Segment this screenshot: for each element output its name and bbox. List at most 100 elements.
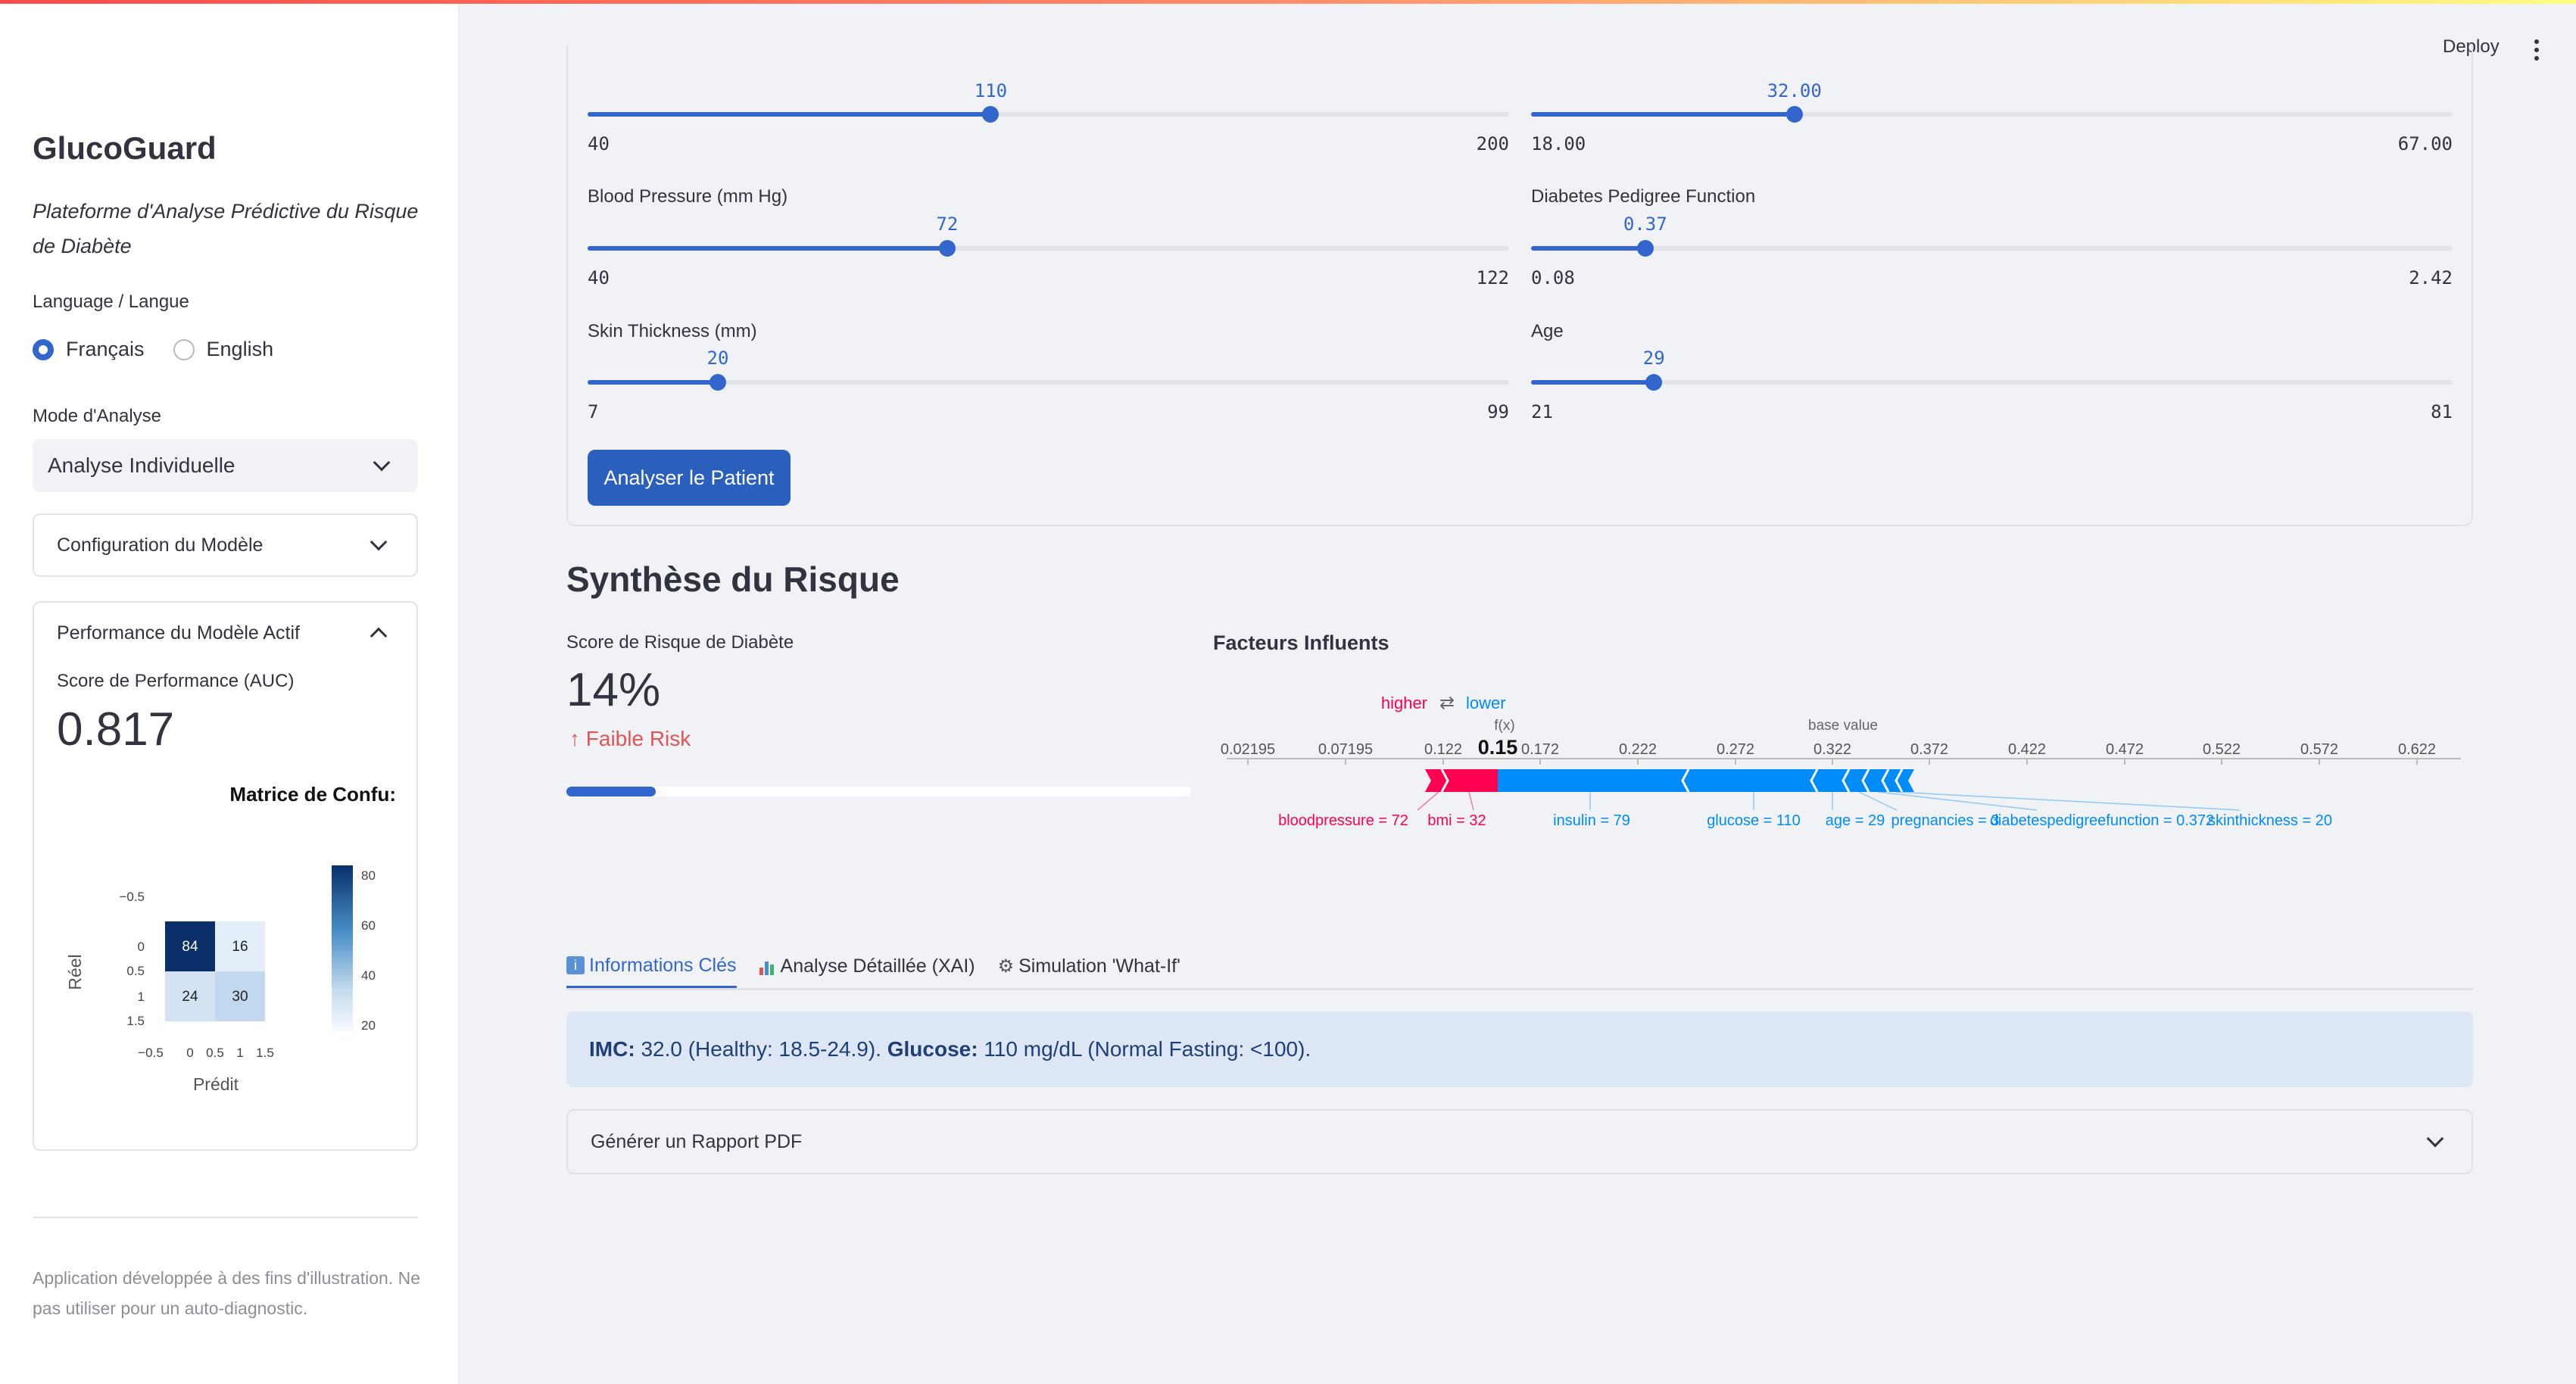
force-feature-label: glucose = 110 [1707,812,1801,829]
tab-label: Simulation 'What-If' [1018,955,1180,977]
force-tick-label: 0.272 [1717,741,1754,758]
slider-max: 67.00 [2397,133,2453,154]
mode-label: Mode d'Analyse [33,406,162,426]
gear-icon: ⚙ [997,956,1015,977]
slider-min: 7 [588,401,599,422]
language-option-fr[interactable]: Français [33,338,145,361]
slider-thumb[interactable] [982,106,1000,123]
details-tabs: i Informations Clés Analyse Détaillée (X… [566,945,2473,990]
slider-fill [588,246,947,251]
cbar-tick: 80 [361,868,376,883]
slider-value: 72 [936,214,959,235]
slider-max: 200 [1476,133,1509,154]
force-feature-label: insulin = 79 [1553,812,1630,829]
swap-arrows-icon: ⇄ [1439,692,1455,713]
radio-unselected-icon [173,338,195,360]
cbar-tick: 20 [361,1018,376,1033]
cm-ytick: 1 [138,990,145,1004]
risk-delta: ↑ Faible Risk [569,727,691,751]
sidebar-divider [33,1217,418,1218]
slider-thumb[interactable] [709,374,726,391]
slider-track[interactable] [588,374,1509,391]
cm-xtick: 1 [236,1046,243,1060]
bar-chart-icon [759,959,776,975]
force-tick-label: 0.472 [2106,741,2144,758]
force-tick-label: 0.172 [1521,741,1559,758]
force-tick-label: 0.572 [2300,741,2338,758]
pdf-report-expander[interactable]: Générer un Rapport PDF [566,1109,2473,1174]
slider-track[interactable] [1531,240,2453,257]
pdf-report-label: Générer un Rapport PDF [591,1130,803,1152]
patient-form-card [566,45,2473,526]
cm-ylabel: Réel [65,954,85,990]
slider-track[interactable] [588,106,1509,123]
slider-thumb[interactable] [938,240,956,257]
language-option-en[interactable]: English [173,338,273,361]
model-config-label: Configuration du Modèle [57,534,264,556]
slider-thumb[interactable] [1785,106,1803,123]
slider-fill [1531,380,1654,385]
slider-value: 110 [974,80,1008,101]
analyze-patient-button[interactable]: Analyser le Patient [588,450,791,506]
chevron-down-icon [373,454,391,472]
force-tick-label: 0.222 [1619,741,1657,758]
cm-ytick: −0.5 [119,890,145,904]
slider-track[interactable] [588,240,1509,257]
tab-simulation[interactable]: ⚙ Simulation 'What-If' [998,945,1180,988]
force-feature-label: pregnancies = 3 [1891,812,2000,829]
cm-title: Matrice de Confu: [229,784,396,806]
risk-summary-title: Synthèse du Risque [566,560,900,599]
force-feature-label: age = 29 [1826,812,1885,829]
mode-select[interactable]: Analyse Individuelle [33,439,418,492]
slider-min: 40 [588,133,610,154]
cm-xtick: 0 [186,1046,193,1060]
sidebar: GlucoGuard Plateforme d'Analyse Prédicti… [0,0,459,1384]
cm-ytick: 1.5 [126,1014,145,1028]
risk-score-value: 14% [566,664,661,716]
force-tick-label: 0.422 [2008,741,2046,758]
language-option-label: Français [66,338,145,360]
tab-key-info[interactable]: i Informations Clés [566,945,737,988]
force-tick-label: 0.522 [2203,741,2241,758]
key-info-alert: IMC: 32.0 (Healthy: 18.5-24.9). Glucose:… [566,1012,2473,1087]
performance-expander-header[interactable]: Performance du Modèle Actif [34,603,416,663]
slider-min: 0.08 [1531,267,1575,288]
base-value-label: base value [1808,718,1878,734]
radio-selected-icon [33,338,54,360]
risk-delta-text: Faible Risk [585,727,691,750]
model-config-expander[interactable]: Configuration du Modèle [33,513,418,577]
factors-title: Facteurs Influents [1213,631,1389,654]
slider-value: 29 [1642,348,1665,369]
slider-max: 81 [2431,401,2453,422]
force-tick-label: 0.322 [1813,741,1851,758]
more-menu-icon[interactable] [2534,39,2539,64]
cm-xtick: 0.5 [206,1046,224,1060]
language-radio-group: Français English [33,338,302,361]
auc-label: Score de Performance (AUC) [57,671,295,691]
cm-value: 84 [182,939,198,955]
slider-max: 2.42 [2409,267,2453,288]
cm-value: 16 [232,939,248,955]
slider-fill [588,112,991,117]
chevron-up-icon [370,627,388,645]
chevron-down-icon [2426,1130,2444,1148]
top-decoration-bar [0,0,2576,4]
slider-fill [588,380,718,385]
arrow-up-icon: ↑ [569,727,580,750]
slider-track[interactable] [1531,374,2453,391]
cm-value: 30 [232,989,248,1005]
imc-text: 32.0 (Healthy: 18.5-24.9). [641,1037,881,1061]
app-subtitle: Plateforme d'Analyse Prédictive du Risqu… [33,200,419,257]
glucose-label: Glucose: [887,1037,978,1061]
tab-label: Informations Clés [589,954,737,976]
slider-thumb[interactable] [1636,240,1654,257]
force-feature-label: bloodpressure = 72 [1278,812,1408,829]
risk-progress-bar [566,787,1191,796]
slider-value: 20 [706,348,729,369]
slider-track[interactable] [1531,106,2453,123]
cm-xtick: −0.5 [138,1046,164,1060]
slider-thumb[interactable] [1645,374,1663,391]
tab-detailed-analysis[interactable]: Analyse Détaillée (XAI) [759,945,975,988]
cm-xlabel: Prédit [193,1074,239,1094]
chevron-down-icon [370,533,388,551]
